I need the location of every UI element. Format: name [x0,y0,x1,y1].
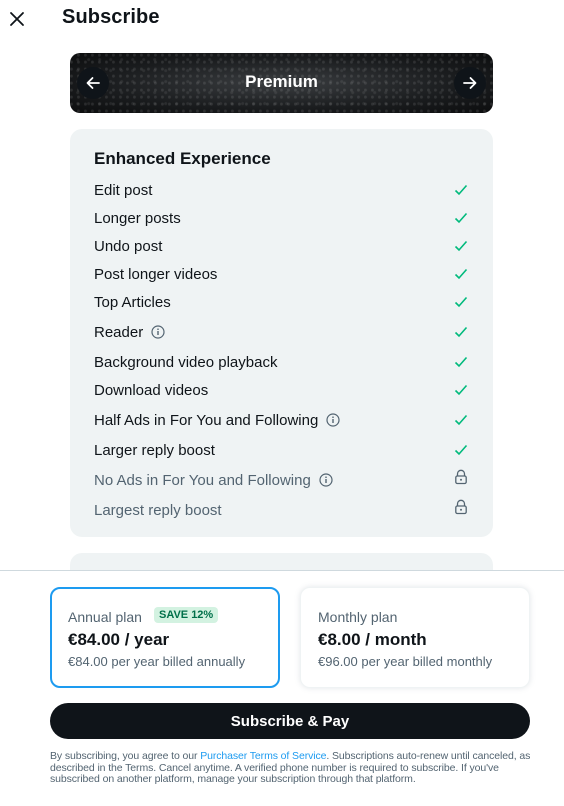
feature-label: Edit post [94,181,153,199]
tier-name: Premium [245,72,318,91]
plan-billing: €84.00 per year billed annually [68,654,246,669]
monthly-plan-option[interactable]: Monthly plan €8.00 / month €96.00 per ye… [300,587,530,688]
feature-label: Post longer videos [94,265,218,283]
feature-row-background-video-playback: Background video playback [94,351,469,373]
legal-disclaimer: By subscribing, you agree to our Purchas… [50,750,531,786]
plan-billing: €96.00 per year billed monthly [318,654,493,669]
lock-icon [453,499,469,515]
feature-row-larger-reply-boost: Larger reply boost [94,439,469,461]
check-icon [453,238,469,254]
lock-icon [453,469,469,485]
save-badge: SAVE 12% [154,607,219,623]
feature-label: Top Articles [94,293,171,311]
header-bar: Subscribe [0,0,564,38]
info-icon[interactable] [319,473,333,487]
feature-row-largest-reply-boost: Largest reply boost [94,499,469,521]
check-icon [453,210,469,226]
feature-row-top-articles: Top Articles [94,291,469,313]
feature-label: Larger reply boost [94,441,215,459]
legal-prefix: By subscribing, you agree to our [50,750,201,762]
check-icon [453,294,469,310]
feature-label: Download videos [94,381,209,399]
feature-label: Half Ads in For You and Following [94,411,319,429]
feature-row-half-ads: Half Ads in For You and Following [94,409,469,431]
features-heading: Enhanced Experience [94,149,271,168]
next-tier-button[interactable] [454,67,486,99]
check-icon [453,324,469,340]
feature-row-reader: Reader [94,321,469,343]
feature-row-no-ads: No Ads in For You and Following [94,469,469,491]
plan-price: €8.00 / month [318,630,427,649]
plan-name: Annual plan [68,609,142,625]
plan-name: Monthly plan [318,609,398,625]
feature-row-edit-post: Edit post [94,179,469,201]
feature-row-longer-posts: Longer posts [94,207,469,229]
arrow-right-icon [463,77,477,89]
tier-banner: Premium [70,53,493,113]
feature-row-download-videos: Download videos [94,379,469,401]
feature-label: Longer posts [94,209,181,227]
feature-label: Background video playback [94,353,278,371]
check-icon [453,266,469,282]
plan-price: €84.00 / year [68,630,170,649]
check-icon [453,382,469,398]
checkout-panel: Annual plan SAVE 12% €84.00 / year €84.0… [0,570,564,806]
check-icon [453,412,469,428]
feature-label: Reader [94,323,144,341]
info-icon[interactable] [151,325,165,339]
feature-label: Undo post [94,237,163,255]
info-icon[interactable] [326,413,340,427]
page-title: Subscribe [62,6,160,28]
feature-label: No Ads in For You and Following [94,471,311,489]
feature-row-undo-post: Undo post [94,235,469,257]
check-icon [453,442,469,458]
terms-of-service-link[interactable]: Purchaser Terms of Service [200,750,326,762]
close-icon [10,12,24,26]
annual-plan-option[interactable]: Annual plan SAVE 12% €84.00 / year €84.0… [50,587,280,688]
close-button[interactable] [6,8,28,30]
subscribe-pay-button[interactable]: Subscribe & Pay [50,703,530,739]
features-card: Enhanced Experience Edit post Longer pos… [70,129,493,537]
feature-label: Largest reply boost [94,501,222,519]
feature-row-post-longer-videos: Post longer videos [94,263,469,285]
check-icon [453,354,469,370]
check-icon [453,182,469,198]
